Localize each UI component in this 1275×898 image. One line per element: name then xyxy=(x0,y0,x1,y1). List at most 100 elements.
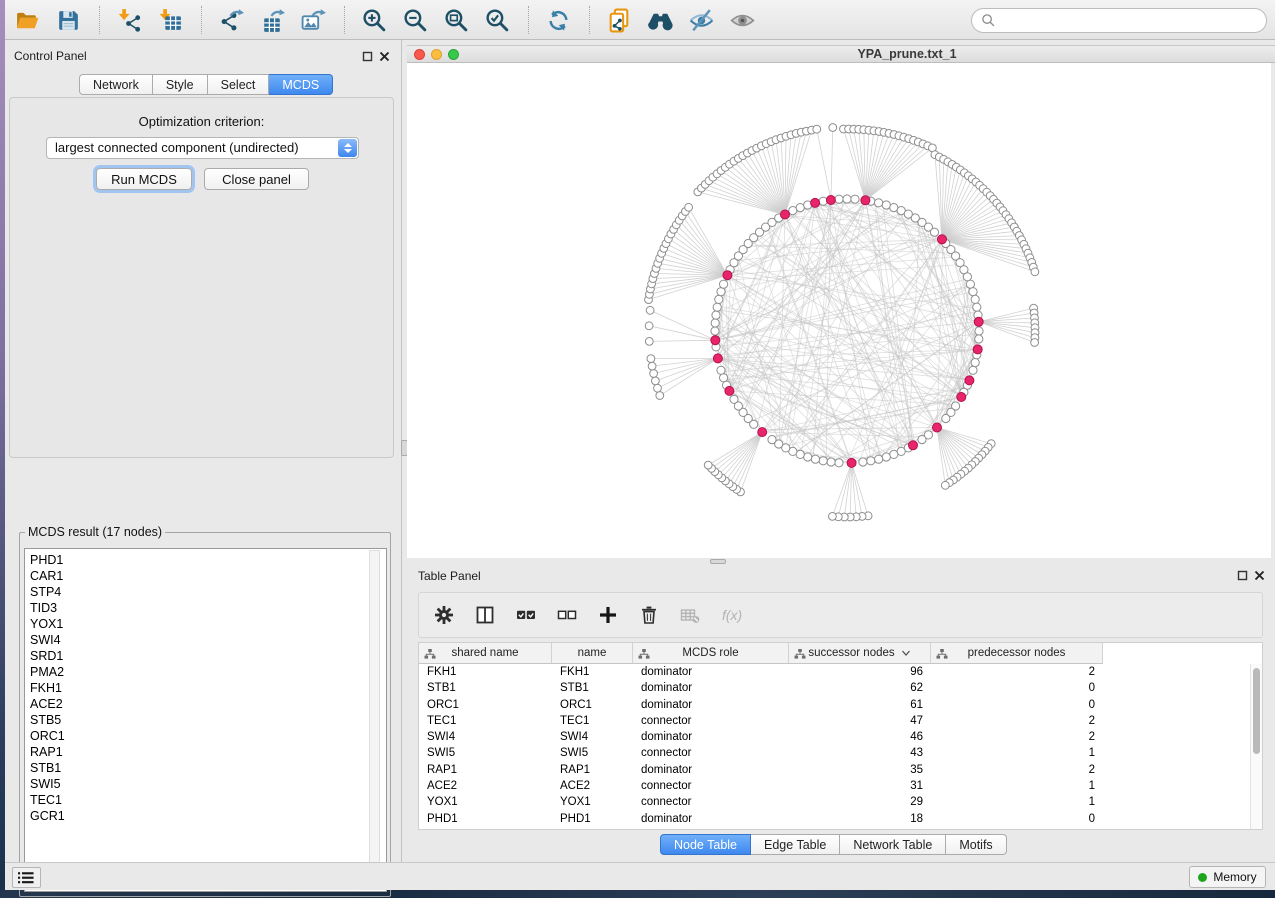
column-header-shared-name[interactable]: shared name xyxy=(419,643,552,664)
select-all-rows-button[interactable] xyxy=(514,603,538,627)
table-row[interactable]: PHD1PHD1dominator180 xyxy=(419,811,1262,827)
table-row[interactable]: ORC1ORC1dominator610 xyxy=(419,697,1262,713)
table-row[interactable]: SWI4SWI4dominator462 xyxy=(419,729,1262,745)
app-window: Control Panel NetworkStyleSelectMCDS Opt… xyxy=(5,0,1275,890)
zoom-selected-button[interactable] xyxy=(482,4,514,36)
mcds-node-item[interactable]: STB5 xyxy=(30,712,386,728)
close-panel-button[interactable]: Close panel xyxy=(204,168,309,190)
float-table-panel-icon[interactable] xyxy=(1237,570,1249,582)
scrollbar-thumb[interactable] xyxy=(1253,668,1260,754)
network-graph[interactable] xyxy=(407,63,1271,558)
mcds-node-item[interactable]: YOX1 xyxy=(30,616,386,632)
panel-menu-button[interactable] xyxy=(12,867,41,888)
export-network-button[interactable] xyxy=(216,4,248,36)
close-table-panel-icon[interactable] xyxy=(1254,570,1266,582)
tab-select[interactable]: Select xyxy=(208,74,270,95)
add-column-button[interactable] xyxy=(596,603,620,627)
refresh-layout-button[interactable] xyxy=(543,4,575,36)
table-tab-node-table[interactable]: Node Table xyxy=(660,834,751,855)
float-panel-icon[interactable] xyxy=(362,51,374,63)
splitter-handle[interactable] xyxy=(710,559,726,564)
run-mcds-button[interactable]: Run MCDS xyxy=(96,168,192,190)
hide-graphics-details-button[interactable] xyxy=(686,4,718,36)
mcds-node-item[interactable]: CAR1 xyxy=(30,568,386,584)
settings-gear-button[interactable] xyxy=(432,603,456,627)
mcds-node-item[interactable]: TID3 xyxy=(30,600,386,616)
mcds-result-list[interactable]: PHD1CAR1STP4TID3YOX1SWI4SRD1PMA2FKH1ACE2… xyxy=(24,548,387,892)
memory-button[interactable]: Memory xyxy=(1189,866,1266,888)
deselect-all-rows-button[interactable] xyxy=(555,603,579,627)
table-cell: SWI5 xyxy=(419,745,552,761)
table-cell: connector xyxy=(633,778,789,794)
mcds-node-item[interactable]: STB1 xyxy=(30,760,386,776)
tab-mcds[interactable]: MCDS xyxy=(269,74,333,95)
network-window-titlebar[interactable]: YPA_prune.txt_1 xyxy=(407,45,1275,63)
network-view[interactable] xyxy=(407,63,1271,558)
column-header-predecessor-nodes[interactable]: predecessor nodes xyxy=(931,643,1103,664)
table-cell: STB1 xyxy=(419,680,552,696)
toolbar-separator xyxy=(589,6,590,34)
toggle-columns-button[interactable] xyxy=(473,603,497,627)
tab-network[interactable]: Network xyxy=(79,74,153,95)
export-image-button[interactable] xyxy=(298,4,330,36)
table-cell: SWI4 xyxy=(419,729,552,745)
tab-style[interactable]: Style xyxy=(153,74,208,95)
mcds-node-item[interactable]: FKH1 xyxy=(30,680,386,696)
zoom-out-button[interactable] xyxy=(400,4,432,36)
table-row[interactable]: TEC1TEC1connector472 xyxy=(419,713,1262,729)
node-table: shared namenameMCDS rolesuccessor nodesp… xyxy=(418,642,1263,830)
column-header-successor-nodes[interactable]: successor nodes xyxy=(789,643,931,664)
table-cell: YOX1 xyxy=(552,794,633,810)
column-header-MCDS-role[interactable]: MCDS role xyxy=(633,643,789,664)
table-row[interactable]: RAP1RAP1dominator352 xyxy=(419,762,1262,778)
binoculars-find-button[interactable] xyxy=(645,4,677,36)
export-table-button[interactable] xyxy=(257,4,289,36)
import-table-button[interactable] xyxy=(155,4,187,36)
table-tab-network-table[interactable]: Network Table xyxy=(840,834,946,855)
show-graphics-details-button[interactable] xyxy=(727,4,759,36)
mcds-node-item[interactable]: ORC1 xyxy=(30,728,386,744)
mcds-node-item[interactable]: GCR1 xyxy=(30,808,386,824)
zoom-fit-button[interactable] xyxy=(441,4,473,36)
table-cell: 35 xyxy=(789,762,931,778)
zoom-in-button[interactable] xyxy=(359,4,391,36)
minimize-traffic-light[interactable] xyxy=(431,49,442,60)
open-session-button[interactable] xyxy=(12,4,44,36)
search-box xyxy=(971,8,1267,33)
table-scrollbar[interactable] xyxy=(1250,664,1262,829)
mcds-node-item[interactable]: PHD1 xyxy=(30,552,386,568)
mcds-node-item[interactable]: SWI5 xyxy=(30,776,386,792)
table-row[interactable]: FKH1FKH1dominator962 xyxy=(419,664,1262,680)
mcds-node-item[interactable]: TEC1 xyxy=(30,792,386,808)
table-row[interactable]: SWI5SWI5connector431 xyxy=(419,745,1262,761)
delete-column-button[interactable] xyxy=(637,603,661,627)
mcds-node-item[interactable]: ACE2 xyxy=(30,696,386,712)
maximize-traffic-light[interactable] xyxy=(448,49,459,60)
table-cell: 61 xyxy=(789,697,931,713)
table-cell: SWI5 xyxy=(552,745,633,761)
search-input[interactable] xyxy=(1001,11,1266,31)
table-tab-motifs[interactable]: Motifs xyxy=(946,834,1006,855)
table-row[interactable]: ACE2ACE2connector311 xyxy=(419,778,1262,794)
import-network-button[interactable] xyxy=(114,4,146,36)
close-traffic-light[interactable] xyxy=(414,49,425,60)
horizontal-splitter[interactable] xyxy=(407,558,1275,565)
mcds-node-item[interactable]: STP4 xyxy=(30,584,386,600)
mcds-node-item[interactable]: SRD1 xyxy=(30,648,386,664)
table-row[interactable]: YOX1YOX1connector291 xyxy=(419,794,1262,810)
search-icon xyxy=(981,13,996,28)
criterion-select[interactable]: largest connected component (undirected) xyxy=(46,137,359,159)
destroy-table-button xyxy=(678,603,702,627)
mcds-list-scrollbar[interactable] xyxy=(369,550,380,890)
table-cell: SWI4 xyxy=(552,729,633,745)
mcds-node-item[interactable]: RAP1 xyxy=(30,744,386,760)
column-header-name[interactable]: name xyxy=(552,643,633,664)
mcds-node-item[interactable]: PMA2 xyxy=(30,664,386,680)
table-tab-edge-table[interactable]: Edge Table xyxy=(751,834,840,855)
mcds-node-item[interactable]: SWI4 xyxy=(30,632,386,648)
toolbar-separator xyxy=(528,6,529,34)
close-panel-icon[interactable] xyxy=(379,51,391,63)
new-network-from-file-button[interactable] xyxy=(604,4,636,36)
save-session-button[interactable] xyxy=(53,4,85,36)
table-row[interactable]: STB1STB1dominator620 xyxy=(419,680,1262,696)
